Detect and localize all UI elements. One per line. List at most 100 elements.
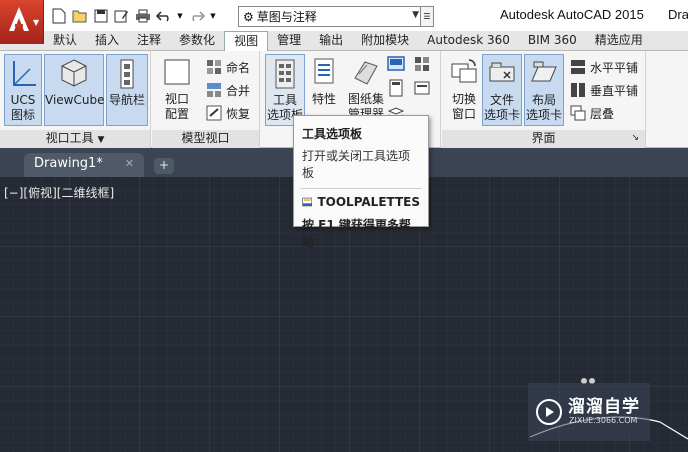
file-tab-drawing1[interactable]: Drawing1* ✕ bbox=[24, 153, 144, 177]
switch-window-icon bbox=[451, 59, 477, 83]
dialog-launcher-icon[interactable]: ↘ bbox=[631, 130, 639, 147]
customize-toolbar-button[interactable]: ☰ bbox=[420, 6, 434, 27]
save-icon[interactable] bbox=[92, 8, 109, 25]
title-bar: ▼ ▼ ▼ ⚙ 草图与注释 ▼ ☰ Autodesk AutoCAD 2015 … bbox=[0, 0, 688, 44]
panel-interface: 切换 窗口 文件 选项卡 布局 选项卡 水平平铺 垂直平铺 层叠 界面 ↘ bbox=[442, 51, 646, 148]
tab-parametric[interactable]: 参数化 bbox=[170, 31, 224, 51]
named-label: 命名 bbox=[226, 60, 251, 75]
menu-lines-icon: ☰ bbox=[423, 12, 431, 21]
save-as-icon[interactable] bbox=[113, 8, 130, 25]
tab-autodesk-360[interactable]: Autodesk 360 bbox=[418, 31, 519, 51]
tab-default[interactable]: 默认 bbox=[44, 31, 86, 51]
undo-dropdown-icon[interactable]: ▼ bbox=[176, 8, 184, 25]
calculator-icon[interactable] bbox=[387, 79, 405, 97]
properties-label: 特性 bbox=[311, 92, 336, 106]
tab-insert[interactable]: 插入 bbox=[86, 31, 128, 51]
tooltip-command-row: TOOLPALETTES bbox=[302, 195, 420, 209]
cascade-icon bbox=[570, 105, 586, 121]
tab-view[interactable]: 视图 bbox=[224, 31, 269, 52]
viewport-controls-label[interactable]: [−][俯视][二维线框] bbox=[4, 184, 114, 201]
tile-horizontal-label: 水平平铺 bbox=[590, 60, 639, 75]
redo-dropdown-icon[interactable]: ▼ bbox=[209, 8, 217, 25]
gear-icon: ⚙ bbox=[243, 9, 254, 24]
file-tabs-label: 文件 选项卡 bbox=[483, 93, 520, 122]
undo-icon[interactable] bbox=[155, 8, 172, 25]
layout-tabs-label: 布局 选项卡 bbox=[525, 93, 562, 122]
properties-icon bbox=[314, 58, 334, 84]
restore-viewports-button[interactable]: 恢复 bbox=[206, 103, 250, 123]
command-line-icon[interactable] bbox=[413, 79, 431, 97]
application-menu-button[interactable]: ▼ bbox=[0, 0, 44, 44]
layout-tabs-button[interactable]: 布局 选项卡 bbox=[524, 54, 564, 126]
file-tab-label: Drawing1* bbox=[34, 156, 103, 171]
ucs-axes-icon bbox=[13, 61, 36, 86]
plus-icon: + bbox=[158, 158, 170, 172]
viewcube-label: ViewCube bbox=[45, 93, 105, 107]
new-drawing-tab-button[interactable]: + bbox=[154, 158, 174, 174]
tab-addins[interactable]: 附加模块 bbox=[352, 31, 418, 51]
panel-title-interface: 界面 ↘ bbox=[442, 130, 645, 148]
join-viewports-button[interactable]: 合并 bbox=[206, 80, 250, 100]
switch-window-button[interactable]: 切换 窗口 bbox=[444, 54, 484, 126]
tab-featured-apps[interactable]: 精选应用 bbox=[586, 31, 652, 51]
tooltip-help: 按 F1 键获得更多帮助 bbox=[302, 218, 411, 249]
tile-vertical-icon bbox=[571, 83, 585, 97]
navigation-bar-button[interactable]: 导航栏 bbox=[106, 54, 148, 126]
tooltip-command: TOOLPALETTES bbox=[317, 195, 420, 209]
print-icon[interactable] bbox=[134, 8, 151, 25]
viewport-config-button[interactable]: 视口 配置 bbox=[156, 54, 198, 126]
named-viewports-icon bbox=[207, 60, 221, 74]
panel-title-viewport-tools[interactable]: 视口工具 ▼ bbox=[0, 130, 150, 148]
design-center-icon[interactable] bbox=[387, 55, 405, 73]
restore-label: 恢复 bbox=[226, 106, 251, 121]
tab-bim-360[interactable]: BIM 360 bbox=[519, 31, 586, 51]
panel-title-model-viewports: 模型视口 bbox=[152, 130, 259, 148]
tile-horizontal-button[interactable]: 水平平铺 bbox=[570, 57, 638, 77]
drawing-name: Dra bbox=[668, 7, 688, 22]
tooltip-divider bbox=[300, 188, 422, 189]
command-icon bbox=[302, 197, 313, 207]
workspace-selector[interactable]: ⚙ 草图与注释 ▼ bbox=[238, 6, 423, 27]
tile-vertical-button[interactable]: 垂直平铺 bbox=[570, 80, 638, 100]
app-title: Autodesk AutoCAD 2015 bbox=[500, 7, 644, 22]
tooltip-title: 工具选项板 bbox=[302, 127, 363, 141]
viewport-config-label: 视口 配置 bbox=[164, 92, 189, 121]
file-tabs-button[interactable]: 文件 选项卡 bbox=[482, 54, 522, 126]
tool-palettes-icon bbox=[275, 59, 295, 89]
chevron-down-icon: ▼ bbox=[412, 10, 419, 20]
viewcube-icon bbox=[61, 59, 87, 87]
close-icon[interactable]: ✕ bbox=[125, 153, 134, 175]
autocad-logo-icon bbox=[9, 7, 29, 31]
chevron-down-icon: ▼ bbox=[33, 18, 40, 27]
open-folder-icon[interactable] bbox=[71, 8, 88, 25]
join-viewports-icon bbox=[207, 83, 221, 97]
sheet-set-icon bbox=[354, 61, 378, 85]
navbar-label: 导航栏 bbox=[108, 93, 145, 107]
redo-icon[interactable] bbox=[188, 8, 205, 25]
tile-vertical-label: 垂直平铺 bbox=[590, 83, 639, 98]
cascade-label: 层叠 bbox=[590, 106, 615, 121]
ucs-icon-button[interactable]: UCS 图标 bbox=[4, 54, 42, 126]
tooltip-description: 打开或关闭工具选项板 bbox=[302, 149, 411, 180]
quick-access-toolbar: ▼ ▼ bbox=[50, 5, 217, 27]
viewport-config-icon bbox=[164, 59, 190, 85]
workspace-label: 草图与注释 bbox=[256, 10, 317, 24]
named-viewports-button[interactable]: 命名 bbox=[206, 57, 250, 77]
cascade-button[interactable]: 层叠 bbox=[570, 103, 614, 123]
tile-horizontal-icon bbox=[571, 60, 585, 74]
navigation-bar-icon bbox=[120, 59, 134, 89]
ucs-label: UCS 图标 bbox=[10, 93, 36, 122]
join-label: 合并 bbox=[226, 83, 251, 98]
viewcube-button[interactable]: ViewCube bbox=[44, 54, 104, 126]
restore-viewports-icon bbox=[206, 105, 222, 121]
tab-annotate[interactable]: 注释 bbox=[128, 31, 170, 51]
markup-set-icon[interactable] bbox=[413, 55, 431, 73]
tooltip-tool-palettes: 工具选项板 打开或关闭工具选项板 TOOLPALETTES 按 F1 键获得更多… bbox=[293, 115, 429, 249]
watermark: 溜溜自学 ZIXUE.3066.COM bbox=[528, 383, 650, 441]
tab-manage[interactable]: 管理 bbox=[268, 31, 310, 51]
play-logo-icon bbox=[536, 399, 562, 425]
layout-tabs-icon bbox=[531, 61, 557, 82]
file-tabs-icon bbox=[489, 62, 515, 82]
new-file-icon[interactable] bbox=[50, 8, 67, 25]
tab-output[interactable]: 输出 bbox=[310, 31, 352, 51]
